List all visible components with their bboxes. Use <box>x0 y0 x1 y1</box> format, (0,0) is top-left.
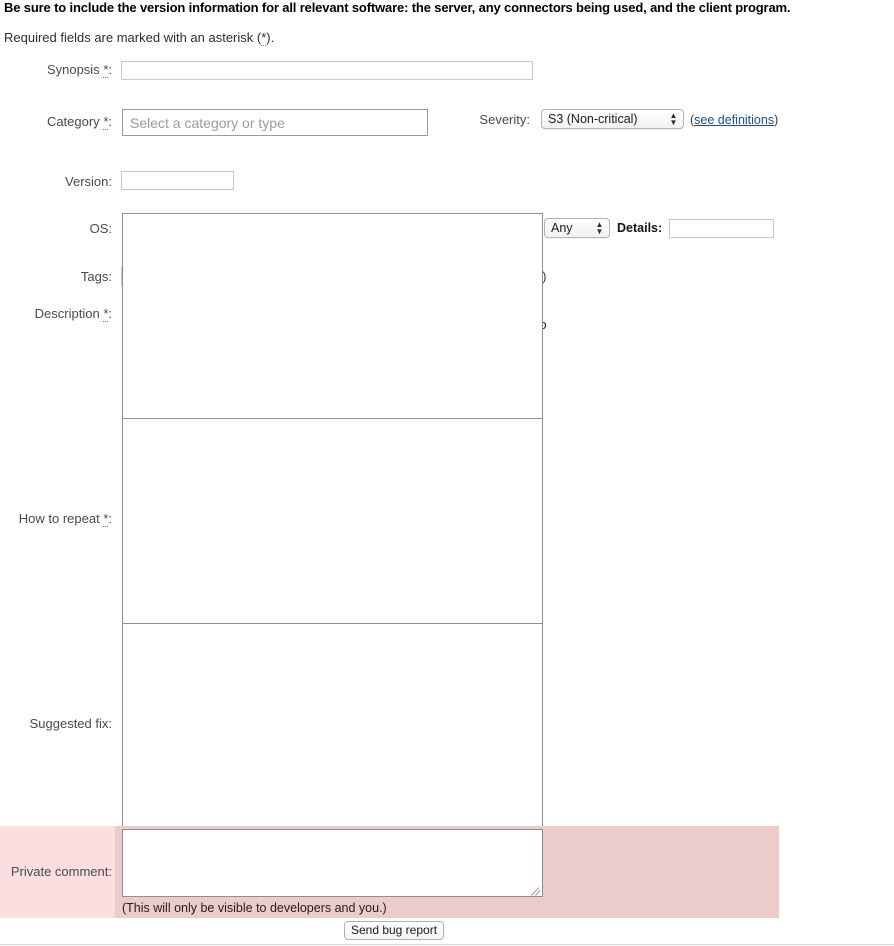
select-arrows-icon: ▲▼ <box>595 220 604 236</box>
send-bug-report-button[interactable]: Send bug report <box>344 921 444 940</box>
cpu-details-input[interactable] <box>669 219 774 238</box>
description-label-text: Description <box>34 306 100 321</box>
description-label: Description *: <box>0 306 112 322</box>
required-fields-note: Required fields are marked with an aster… <box>4 30 275 46</box>
tags-label: Tags: <box>80 269 112 284</box>
row-security-vulnerability: Does this bug report represent a securit… <box>0 184 894 332</box>
synopsis-label-text: Synopsis <box>46 62 100 77</box>
suggested-fix-label: Suggested fix: <box>29 716 112 731</box>
synopsis-colon: : <box>108 62 112 77</box>
synopsis-label: Synopsis *: <box>0 62 112 78</box>
row-version: Version: <box>0 112 894 190</box>
cpu-selected-value: Any <box>551 221 573 235</box>
how-to-repeat-colon: : <box>108 511 112 526</box>
synopsis-input[interactable] <box>121 61 533 80</box>
bug-report-form: Synopsis *: Category *: Severity: S3 (No… <box>0 58 894 881</box>
how-to-repeat-label-text: How to repeat <box>18 511 100 526</box>
os-label: OS: <box>89 221 112 236</box>
private-comment-label: Private comment: <box>10 864 112 879</box>
row-category-severity: Category *: Severity: S3 (Non-critical) … <box>0 82 894 136</box>
private-comment-textarea[interactable] <box>122 829 543 897</box>
cpu-details-label: Details: <box>617 221 663 235</box>
cpu-architecture-select[interactable]: Any ▲ ▼ <box>544 218 610 238</box>
page-bottom-divider <box>0 944 894 945</box>
description-colon: : <box>108 306 112 321</box>
required-note-suffix: ). <box>266 30 275 45</box>
version-info-notice: Be sure to include the version informati… <box>4 0 791 15</box>
how-to-repeat-label: How to repeat *: <box>0 511 112 527</box>
required-note-prefix: Required fields are marked with an aster… <box>4 30 262 45</box>
row-os-cpu: OS: Any ▲▼ Details: CPU Architecture: An… <box>0 136 894 238</box>
row-synopsis: Synopsis *: <box>0 58 894 82</box>
row-tags: Tags: (comma separated) <box>0 160 894 286</box>
private-comment-note: (This will only be visible to developers… <box>122 901 387 915</box>
